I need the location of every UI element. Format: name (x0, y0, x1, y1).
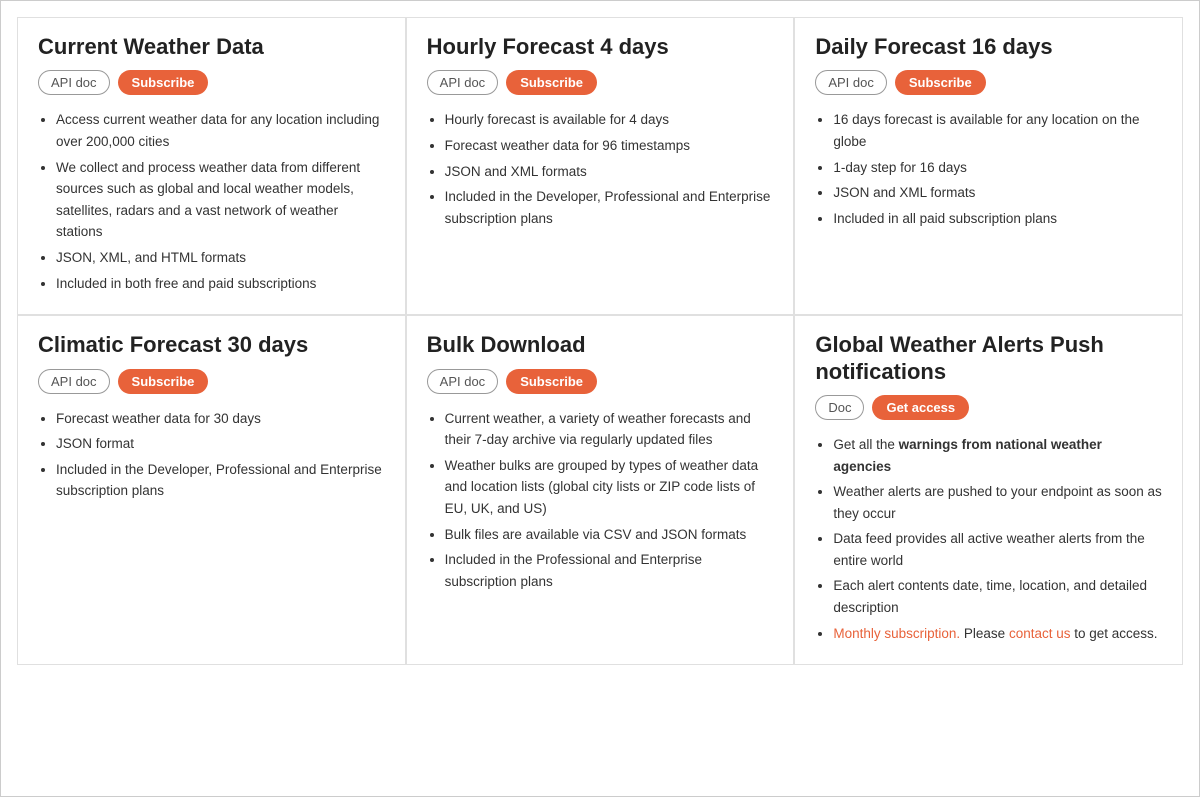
list-item: 16 days forecast is available for any lo… (833, 109, 1162, 152)
list-item: JSON, XML, and HTML formats (56, 247, 385, 269)
get-access-button-global-weather-alerts[interactable]: Get access (872, 395, 969, 420)
subscribe-button-current-weather[interactable]: Subscribe (118, 70, 209, 95)
list-item: Hourly forecast is available for 4 days (445, 109, 774, 131)
list-item: Included in the Developer, Professional … (56, 459, 385, 502)
list-item: We collect and process weather data from… (56, 157, 385, 243)
subscribe-button-bulk-download[interactable]: Subscribe (506, 369, 597, 394)
api-doc-button-current-weather[interactable]: API doc (38, 70, 110, 95)
card-title-hourly-forecast: Hourly Forecast 4 days (427, 34, 774, 60)
api-doc-button-climatic-forecast[interactable]: API doc (38, 369, 110, 394)
text-get-all: Get all the (833, 437, 898, 452)
list-item-monthly: Monthly subscription. Please contact us … (833, 623, 1162, 645)
monthly-subscription-link[interactable]: Monthly subscription. (833, 626, 960, 641)
card-title-climatic-forecast: Climatic Forecast 30 days (38, 332, 385, 358)
list-item: Get all the warnings from national weath… (833, 434, 1162, 477)
card-title-global-weather-alerts: Global Weather Alerts Push notifications (815, 332, 1162, 385)
card-bulk-download: Bulk Download API doc Subscribe Current … (406, 315, 795, 665)
card-hourly-forecast: Hourly Forecast 4 days API doc Subscribe… (406, 17, 795, 315)
end-text: to get access. (1074, 626, 1157, 641)
list-item: Weather bulks are grouped by types of we… (445, 455, 774, 520)
btn-row-daily-forecast: API doc Subscribe (815, 70, 1162, 95)
card-global-weather-alerts: Global Weather Alerts Push notifications… (794, 315, 1183, 665)
cards-grid: Current Weather Data API doc Subscribe A… (17, 17, 1183, 665)
btn-row-global-weather-alerts: Doc Get access (815, 395, 1162, 420)
card-current-weather: Current Weather Data API doc Subscribe A… (17, 17, 406, 315)
list-item: 1-day step for 16 days (833, 157, 1162, 179)
features-list-climatic-forecast: Forecast weather data for 30 days JSON f… (38, 408, 385, 502)
list-item: Bulk files are available via CSV and JSO… (445, 524, 774, 546)
features-list-daily-forecast: 16 days forecast is available for any lo… (815, 109, 1162, 229)
card-daily-forecast: Daily Forecast 16 days API doc Subscribe… (794, 17, 1183, 315)
list-item: JSON and XML formats (445, 161, 774, 183)
btn-row-climatic-forecast: API doc Subscribe (38, 369, 385, 394)
features-list-hourly-forecast: Hourly forecast is available for 4 days … (427, 109, 774, 229)
btn-row-bulk-download: API doc Subscribe (427, 369, 774, 394)
subscribe-button-daily-forecast[interactable]: Subscribe (895, 70, 986, 95)
api-doc-button-daily-forecast[interactable]: API doc (815, 70, 887, 95)
features-list-global-weather-alerts: Get all the warnings from national weath… (815, 434, 1162, 644)
list-item: Data feed provides all active weather al… (833, 528, 1162, 571)
list-item: JSON format (56, 433, 385, 455)
api-doc-button-hourly-forecast[interactable]: API doc (427, 70, 499, 95)
list-item: Included in the Developer, Professional … (445, 186, 774, 229)
btn-row-current-weather: API doc Subscribe (38, 70, 385, 95)
api-doc-button-bulk-download[interactable]: API doc (427, 369, 499, 394)
list-item: Included in both free and paid subscript… (56, 273, 385, 295)
subscribe-button-hourly-forecast[interactable]: Subscribe (506, 70, 597, 95)
list-item: Forecast weather data for 30 days (56, 408, 385, 430)
list-item: Included in all paid subscription plans (833, 208, 1162, 230)
please-text: Please (964, 626, 1009, 641)
features-list-current-weather: Access current weather data for any loca… (38, 109, 385, 294)
list-item: Forecast weather data for 96 timestamps (445, 135, 774, 157)
subscribe-button-climatic-forecast[interactable]: Subscribe (118, 369, 209, 394)
card-title-bulk-download: Bulk Download (427, 332, 774, 358)
doc-button-global-weather-alerts[interactable]: Doc (815, 395, 864, 420)
list-item: Weather alerts are pushed to your endpoi… (833, 481, 1162, 524)
list-item: Access current weather data for any loca… (56, 109, 385, 152)
list-item: Current weather, a variety of weather fo… (445, 408, 774, 451)
list-item: JSON and XML formats (833, 182, 1162, 204)
btn-row-hourly-forecast: API doc Subscribe (427, 70, 774, 95)
list-item: Each alert contents date, time, location… (833, 575, 1162, 618)
features-list-bulk-download: Current weather, a variety of weather fo… (427, 408, 774, 593)
contact-us-link[interactable]: contact us (1009, 626, 1071, 641)
card-climatic-forecast: Climatic Forecast 30 days API doc Subscr… (17, 315, 406, 665)
card-title-daily-forecast: Daily Forecast 16 days (815, 34, 1162, 60)
list-item: Included in the Professional and Enterpr… (445, 549, 774, 592)
card-title-current-weather: Current Weather Data (38, 34, 385, 60)
page-container: Current Weather Data API doc Subscribe A… (0, 0, 1200, 797)
